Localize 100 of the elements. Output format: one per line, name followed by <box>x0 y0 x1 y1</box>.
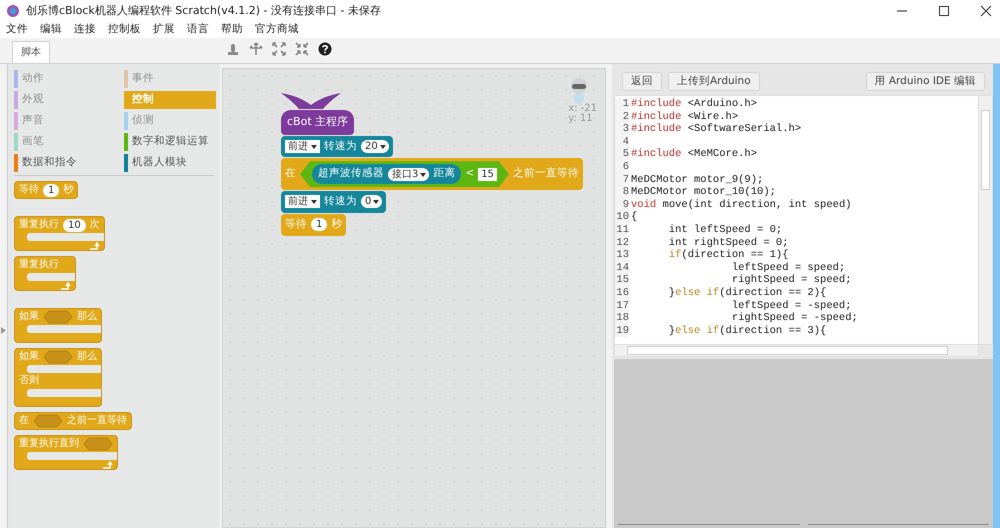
block-label: 之前一直等待 <box>512 166 579 182</box>
menu-item[interactable]: 语言 <box>187 22 209 38</box>
line-number: 12 <box>615 236 629 250</box>
menu-item[interactable]: 编辑 <box>40 22 62 38</box>
block-label: 重复执行 <box>19 258 59 272</box>
dropdown-input[interactable]: 前进 <box>285 140 320 153</box>
window-title: 创乐博cBlock机器人编程软件 Scratch(v4.1.2) - 没有连接串口 - 未保存 <box>26 2 381 19</box>
block-label: 重复执行 <box>19 218 59 232</box>
horizontal-scrollbar[interactable] <box>614 345 979 357</box>
edit-button[interactable]: 用 Arduino IDE 编辑 <box>866 72 985 91</box>
line-number: 14 <box>615 262 629 274</box>
code-button[interactable]: 上传到Arduino <box>668 72 760 91</box>
line-number: 15 <box>615 274 629 287</box>
code-line: MeDCMotor motor_10(10); <box>631 186 776 199</box>
fullscreen-icon[interactable] <box>272 42 286 56</box>
category-label: 声音 <box>22 113 44 128</box>
code-line: void move(int direction, int speed) <box>631 198 852 211</box>
boolean-block[interactable]: 超声波传感器 接口3 距离 < 15 <box>300 161 509 187</box>
code-line: #include <Wire.h> <box>631 110 738 123</box>
dropdown-input[interactable]: 0 <box>361 195 382 208</box>
code-line: #include <SoftwareSerial.h> <box>631 123 802 136</box>
line-number: 16 <box>615 286 629 300</box>
block-label: 次 <box>90 218 100 232</box>
hat-block[interactable]: cBot 主程序 <box>281 110 354 134</box>
block-label: 之前一直等待 <box>67 414 127 428</box>
dropdown-input[interactable]: 20 <box>361 140 389 153</box>
line-number: 10 <box>615 211 629 224</box>
category-item[interactable]: 数字和逻辑运算 <box>124 133 216 151</box>
menu-item[interactable]: 官方商城 <box>255 22 299 38</box>
menu-item[interactable]: 扩展 <box>153 22 175 38</box>
command-block[interactable]: 等待 1 秒 <box>14 181 78 199</box>
block-label: 等待 <box>19 183 39 197</box>
block-label: 秒 <box>331 216 342 232</box>
menu-item[interactable]: 文件 <box>6 22 28 38</box>
block-label: 那么 <box>77 350 97 364</box>
sprite-x: x: -21 <box>568 104 597 114</box>
code-line: int leftSpeed = 0; <box>668 224 782 237</box>
boolean-slot[interactable] <box>43 350 73 364</box>
line-number: 5 <box>615 148 629 161</box>
reporter-block[interactable]: 超声波传感器 接口3 距离 <box>312 164 462 184</box>
collapse-arrow-icon[interactable] <box>0 326 7 335</box>
block-label: 等待 <box>285 216 307 232</box>
code-line: leftSpeed = -speed; <box>730 300 852 312</box>
boolean-slot[interactable] <box>33 414 63 428</box>
category-label: 机器人模块 <box>132 155 187 170</box>
category-label: 侦测 <box>132 113 154 128</box>
dropdown-input[interactable]: 前进 <box>285 195 320 208</box>
code-line: #include <Arduino.h> <box>631 98 758 111</box>
number-input[interactable]: 10 <box>63 218 86 232</box>
menu-item[interactable]: 帮助 <box>221 22 243 38</box>
line-number: 17 <box>615 300 629 312</box>
help-icon[interactable] <box>318 42 332 56</box>
category-item[interactable]: 数据和指令 <box>14 154 118 172</box>
command-block[interactable]: 前进 转速为 20 <box>281 136 393 158</box>
app-logo-icon <box>6 4 20 18</box>
code-line: #include <MeMCore.h> <box>631 148 758 161</box>
category-label: 事件 <box>132 71 154 86</box>
category-label: 画笔 <box>22 134 44 150</box>
code-line: }else if(direction == 3){ <box>668 324 826 338</box>
code-line: MeDCMotor motor_9(9); <box>631 174 764 186</box>
line-number: 7 <box>615 174 629 186</box>
code-button[interactable]: 返回 <box>622 72 662 91</box>
stamp-icon[interactable] <box>226 42 240 56</box>
category-label: 动作 <box>22 71 44 86</box>
boolean-slot[interactable] <box>83 437 113 451</box>
block-label: 转速为 <box>324 138 357 154</box>
block-label: 超声波传感器 <box>318 166 384 182</box>
code-line: rightSpeed = -speed; <box>730 312 858 325</box>
line-number: 18 <box>615 312 629 325</box>
boolean-slot[interactable] <box>43 310 73 324</box>
vertical-scrollbar[interactable] <box>978 96 992 344</box>
block-label: 那么 <box>77 310 97 324</box>
command-block[interactable]: 等待 1 秒 <box>281 214 346 236</box>
menu-item[interactable]: 连接 <box>74 22 96 38</box>
menu-item[interactable]: 控制板 <box>108 22 141 38</box>
category-item[interactable]: 机器人模块 <box>124 154 216 172</box>
shrink-icon[interactable] <box>295 42 309 56</box>
dropdown-input[interactable]: 接口3 <box>388 168 430 181</box>
command-block[interactable]: 在 超声波传感器 接口3 距离 < 15 之前一直等待 <box>281 158 583 190</box>
block-label: cBot 主程序 <box>287 114 348 130</box>
maximize-icon[interactable] <box>938 5 950 17</box>
code-line: rightSpeed = speed; <box>730 274 852 287</box>
block-label: 如果 <box>19 310 39 324</box>
number-input[interactable]: 1 <box>43 184 60 196</box>
c-block-mouth <box>27 273 75 281</box>
tab[interactable]: 脚本 <box>12 41 50 63</box>
block-label: 如果 <box>19 350 39 364</box>
line-number: 6 <box>615 160 629 174</box>
block-label: 秒 <box>63 183 74 197</box>
category-label: 外观 <box>22 92 44 108</box>
code-line: { <box>631 211 638 224</box>
line-number: 9 <box>615 198 629 212</box>
c-block[interactable]: 重复执行 10 次 <box>14 216 105 251</box>
grow-icon[interactable] <box>249 42 263 56</box>
number-input[interactable]: 15 <box>478 168 497 181</box>
line-number: 8 <box>615 186 629 199</box>
number-input[interactable]: 1 <box>311 218 328 232</box>
code-line: int rightSpeed = 0; <box>668 236 789 249</box>
close-icon[interactable] <box>980 5 992 17</box>
command-block[interactable]: 前进 转速为 0 <box>281 191 386 213</box>
